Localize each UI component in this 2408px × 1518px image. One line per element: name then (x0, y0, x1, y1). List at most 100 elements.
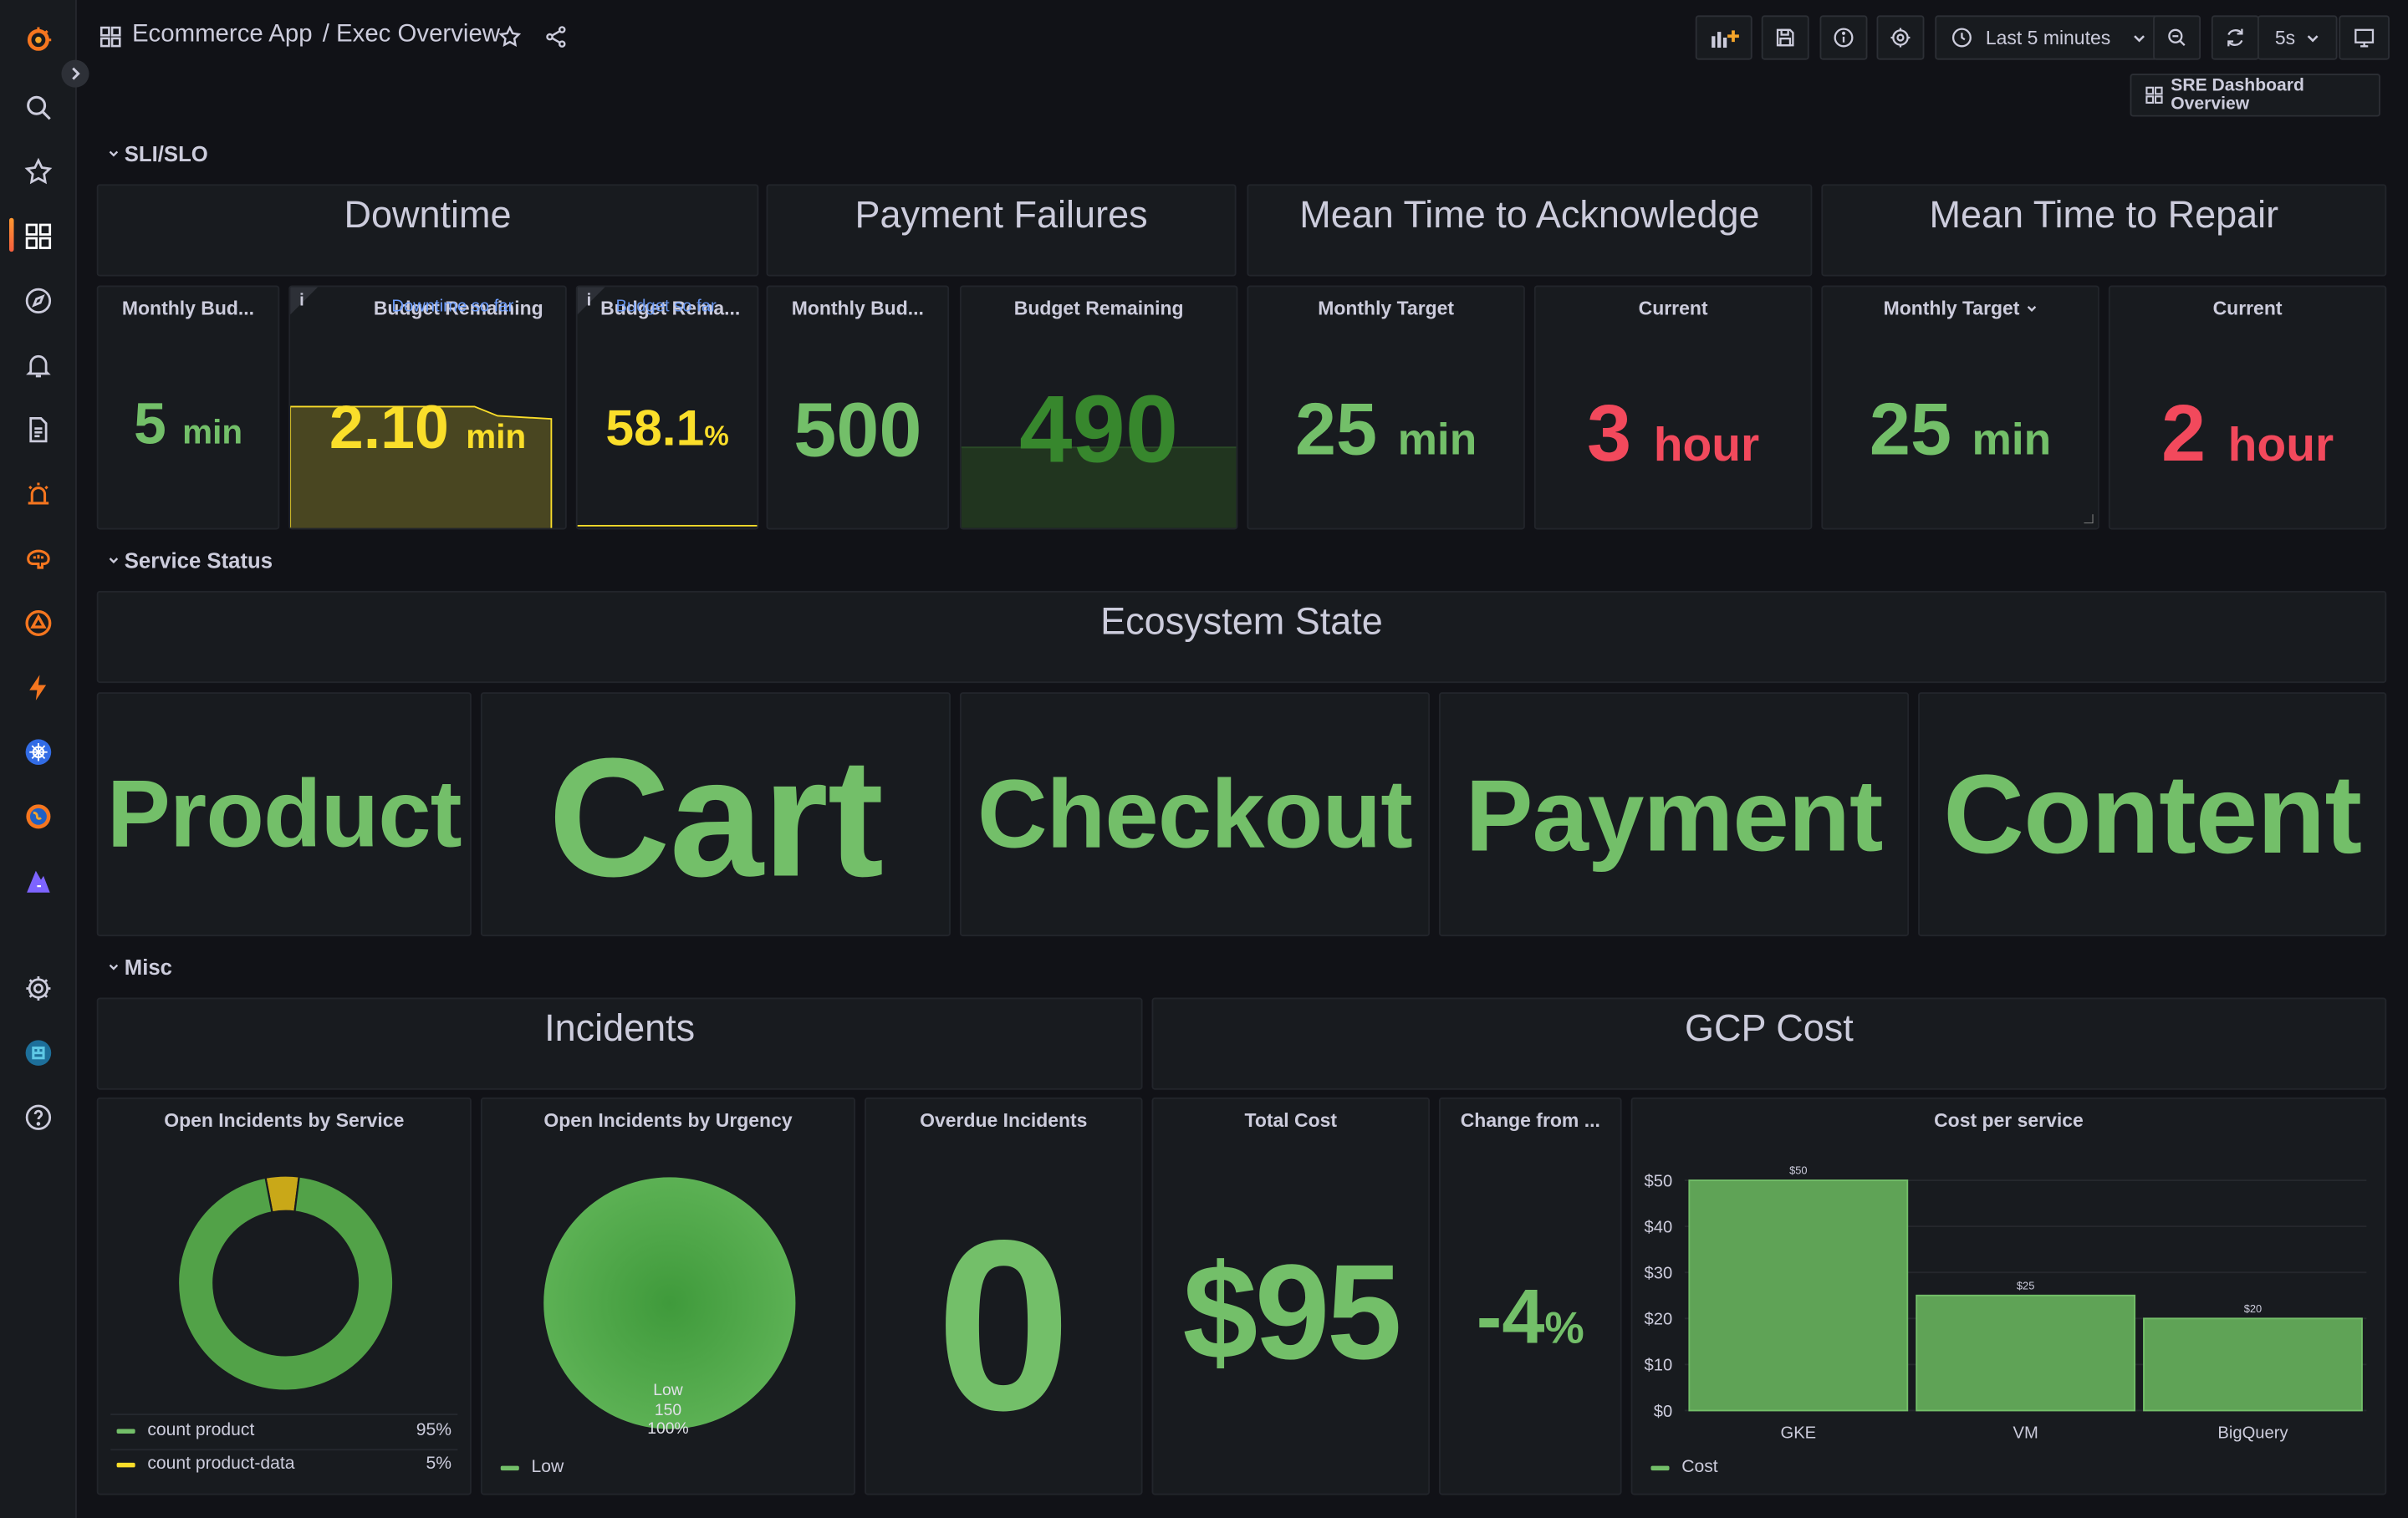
incident-icon[interactable] (20, 604, 57, 641)
legend-item-cost[interactable]: Cost (1650, 1458, 2366, 1476)
bar-vm[interactable] (1916, 1294, 2136, 1412)
oncall-icon[interactable] (20, 476, 57, 512)
service-tile-checkout[interactable]: Checkout (959, 692, 1430, 937)
dashboard-grid-icon (99, 26, 121, 48)
dashboard-insights-button[interactable] (1819, 15, 1868, 60)
stat-value: 25 min (1823, 389, 2098, 473)
change-from-last-month-panel[interactable]: Change from ... -4% (1439, 1097, 1622, 1495)
star-icon[interactable] (20, 154, 57, 191)
open-incidents-by-urgency-panel[interactable]: Open Incidents by Urgency Low 150 100% L… (480, 1097, 856, 1495)
overdue-incidents-panel[interactable]: Overdue Incidents 0 (865, 1097, 1143, 1495)
stat-number: 2 (2161, 390, 2206, 479)
sidebar (0, 0, 77, 1518)
legend-percent: 95% (416, 1421, 452, 1440)
panel-heading: Mean Time to Acknowledge (1299, 195, 1760, 237)
kubernetes-icon[interactable] (20, 734, 57, 771)
share-icon[interactable] (543, 24, 568, 48)
synthetic-globe-icon[interactable] (20, 798, 57, 835)
add-panel-button[interactable] (1695, 15, 1752, 60)
stat-panel-mtta-target[interactable]: Monthly Target 25 min (1247, 285, 1525, 530)
top-bar: Ecommerce App / Exec Overview Last 5 min… (77, 0, 2408, 74)
row-service-status[interactable]: Service Status (108, 548, 273, 573)
legend-swatch (500, 1465, 519, 1470)
panel-title: Monthly Bud... (121, 298, 255, 319)
help-icon[interactable] (20, 1099, 57, 1136)
open-incidents-by-service-panel[interactable]: Open Incidents by Service count product … (96, 1097, 472, 1495)
service-name: Checkout (977, 760, 1413, 869)
legend-swatch (116, 1461, 135, 1467)
k6-icon[interactable] (20, 863, 57, 899)
legend-item-product[interactable]: count product 95% (116, 1421, 452, 1440)
user-avatar[interactable] (20, 1035, 57, 1072)
resize-handle-icon[interactable] (2084, 514, 2094, 524)
legend-swatch (1650, 1465, 1670, 1470)
alerting-bell-icon[interactable] (20, 347, 57, 384)
panel-title: Open Incidents by Service (164, 1109, 405, 1132)
dashboard-settings-button[interactable] (1876, 15, 1925, 60)
service-tile-product[interactable]: Product (96, 692, 472, 937)
expand-menu-button[interactable] (61, 59, 89, 88)
stat-unit: % (1544, 1304, 1584, 1354)
bar-data-label: $20 (2244, 1302, 2262, 1315)
panel-title: Total Cost (1244, 1109, 1338, 1132)
stat-panel-downtime-budget-remaining[interactable]: i Budget Remaining Downtime so far 2.10 … (288, 285, 567, 530)
service-tile-content[interactable]: Content (1918, 692, 2387, 937)
service-tile-payment[interactable]: Payment (1439, 692, 1910, 937)
bar-data-label: $50 (1789, 1164, 1807, 1177)
stat-panel-monthly-budget-payments[interactable]: Monthly Bud... 500 (766, 285, 950, 530)
panel-title: Current (2212, 298, 2283, 319)
tv-mode-button[interactable] (2339, 15, 2390, 60)
chevron-down-icon (109, 150, 119, 157)
refresh-interval-picker[interactable]: 5s (2257, 15, 2338, 60)
stat-unit: min (1972, 415, 2052, 466)
panel-link[interactable]: Budget so far (616, 298, 717, 316)
stat-panel-payments-budget-remaining[interactable]: Budget Remaining 490 (959, 285, 1238, 530)
panel-heading: Downtime (344, 195, 512, 237)
ml-brain-icon[interactable] (20, 540, 57, 577)
reports-icon[interactable] (20, 411, 57, 448)
stat-panel-mttr-target[interactable]: Monthly Target 25 min (1821, 285, 2099, 530)
stat-panel-downtime-budget-percent[interactable]: i Budget Rema... Budget so far 58.1% (575, 285, 759, 530)
breadcrumb-folder[interactable]: Ecommerce App (132, 22, 313, 49)
y-tick-label: $10 (1645, 1357, 1673, 1375)
legend-item-product-data[interactable]: count product-data 5% (116, 1455, 452, 1474)
row-sli-slo[interactable]: SLI/SLO (108, 141, 208, 166)
panel-title: Monthly Target (1318, 298, 1455, 319)
pie-label-name: Low (653, 1381, 683, 1400)
star-icon[interactable] (497, 24, 522, 48)
service-tile-cart[interactable]: Cart (480, 692, 951, 937)
gear-icon[interactable] (20, 970, 57, 1006)
row-misc[interactable]: Misc (108, 955, 172, 979)
panel-title: Change from ... (1460, 1109, 1600, 1132)
k6-lightning-icon[interactable] (20, 670, 57, 706)
legend-item-low[interactable]: Low (500, 1458, 835, 1476)
dashboards-icon[interactable] (20, 218, 57, 255)
total-cost-panel[interactable]: Total Cost $95 (1151, 1097, 1430, 1495)
explore-icon[interactable] (20, 283, 57, 319)
refresh-button[interactable] (2211, 15, 2259, 60)
cost-per-service-panel[interactable]: Cost per service $0 $10 $20 $30 $40 $50 $50 GKE… (1630, 1097, 2387, 1495)
y-tick-label: $20 (1645, 1311, 1673, 1329)
service-name: Payment (1465, 757, 1884, 872)
stat-value: -4% (1441, 1272, 1620, 1361)
stat-panel-mttr-current[interactable]: Current 2 hour (2108, 285, 2387, 530)
zoom-out-button[interactable] (2153, 15, 2201, 60)
stat-number: 3 (1587, 390, 1632, 479)
legend-divider (110, 1414, 458, 1415)
stat-panel-monthly-budget-downtime[interactable]: Monthly Bud... 5 min (96, 285, 280, 530)
legend-divider (110, 1449, 458, 1451)
search-icon[interactable] (20, 89, 57, 125)
bar-bigquery[interactable] (2143, 1317, 2363, 1412)
chevron-down-icon[interactable] (2025, 303, 2038, 315)
grafana-logo[interactable] (20, 22, 57, 59)
chevron-down-icon (2306, 34, 2318, 42)
panel-link[interactable]: Downtime so far (391, 298, 513, 316)
panel-title: Monthly Target (1823, 298, 2098, 319)
sre-dashboard-link[interactable]: SRE Dashboard Overview (2130, 74, 2380, 117)
stat-panel-mtta-current[interactable]: Current 3 hour (1533, 285, 1813, 530)
legend-label: count product (147, 1421, 255, 1440)
sre-dashboard-link-label: SRE Dashboard Overview (2171, 76, 2304, 114)
bar-gke[interactable] (1688, 1179, 1909, 1412)
breadcrumb-dashboard[interactable]: / Exec Overview (323, 22, 500, 49)
save-dashboard-button[interactable] (1761, 15, 1809, 60)
